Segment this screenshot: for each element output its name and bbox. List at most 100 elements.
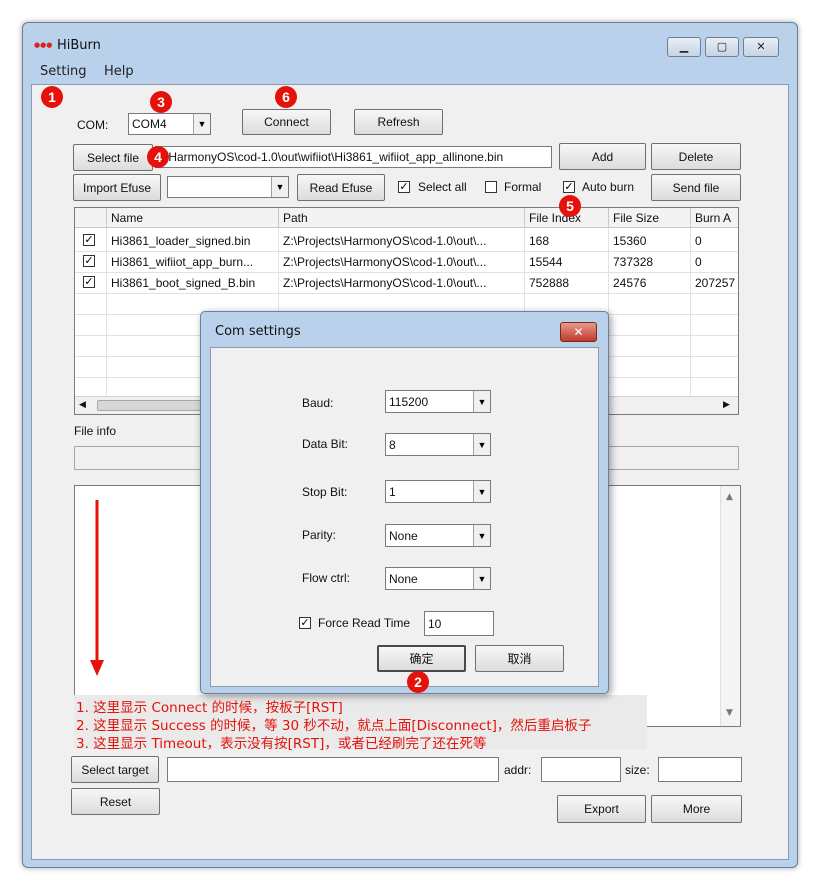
badge-4: 4 (147, 146, 169, 168)
select-all-checkbox[interactable]: ✓ (398, 181, 410, 193)
auto-burn-label: Auto burn (582, 180, 635, 194)
reset-button[interactable]: Reset (71, 788, 160, 815)
row-checkbox[interactable]: ✓ (83, 234, 95, 246)
window-title: HiBurn (57, 38, 101, 53)
formal-checkbox[interactable] (485, 181, 497, 193)
formal-label: Formal (504, 180, 542, 194)
badge-5: 5 (559, 195, 581, 217)
delete-button[interactable]: Delete (651, 143, 741, 170)
badge-1: 1 (41, 86, 63, 108)
scroll-right-icon[interactable]: ▶ (723, 400, 730, 410)
com-select[interactable]: COM4 ▼ (128, 113, 211, 135)
more-button[interactable]: More (651, 795, 742, 823)
select-all-label: Select all (418, 180, 467, 194)
parity-value: None (389, 528, 418, 543)
force-read-time-input[interactable]: 10 (424, 611, 494, 636)
file-path-input[interactable]: s\HarmonyOS\cod-1.0\out\wifiiot\Hi3861_w… (155, 146, 552, 168)
force-read-time-checkbox[interactable]: ✓ (299, 617, 311, 629)
force-read-time-label: Force Read Time (318, 616, 411, 630)
target-input[interactable] (167, 757, 499, 782)
annotation-note-1: 1. 这里显示 Connect 的时候，按板子[RST] (76, 700, 343, 716)
scroll-left-icon[interactable]: ◀ (79, 400, 86, 410)
column-header-name[interactable]: Name (107, 208, 279, 228)
flow-ctrl-value: None (389, 571, 418, 586)
maximize-button[interactable]: ▢ (705, 37, 739, 57)
row-file-index: 752888 (529, 276, 570, 290)
column-header-burn-addr[interactable]: Burn A (691, 208, 738, 228)
chevron-down-icon[interactable]: ▼ (271, 177, 288, 197)
flow-ctrl-select[interactable]: None ▼ (385, 567, 491, 590)
dialog-close-button[interactable]: ✕ (560, 322, 597, 342)
stop-bit-label: Stop Bit: (302, 485, 348, 499)
red-arrow-icon (90, 500, 104, 676)
menu-help[interactable]: Help (104, 64, 134, 79)
file-info-label: File info (74, 424, 117, 438)
row-checkbox[interactable]: ✓ (83, 255, 95, 267)
scroll-down-icon[interactable]: ▼ (726, 708, 733, 718)
parity-label: Parity: (302, 528, 337, 542)
send-file-button[interactable]: Send file (651, 174, 741, 201)
chevron-down-icon[interactable]: ▼ (473, 525, 490, 546)
stop-bit-value: 1 (389, 484, 396, 499)
row-file-size: 15360 (613, 234, 647, 248)
dialog-ok-button[interactable]: 确定 (377, 645, 466, 672)
dialog-cancel-button[interactable]: 取消 (475, 645, 564, 672)
row-burn-addr: 207257 (695, 276, 736, 290)
badge-6: 6 (275, 86, 297, 108)
connect-button[interactable]: Connect (242, 109, 331, 135)
auto-burn-checkbox[interactable]: ✓ (563, 181, 575, 193)
select-file-button[interactable]: Select file (73, 144, 153, 171)
parity-select[interactable]: None ▼ (385, 524, 491, 547)
baud-select[interactable]: 115200 ▼ (385, 390, 491, 413)
chevron-down-icon[interactable]: ▼ (473, 481, 490, 502)
row-burn-addr: 0 (695, 255, 702, 269)
import-efuse-button[interactable]: Import Efuse (73, 174, 161, 201)
row-file-index: 15544 (529, 255, 563, 269)
stop-bit-select[interactable]: 1 ▼ (385, 480, 491, 503)
row-checkbox[interactable]: ✓ (83, 276, 95, 288)
data-bit-select[interactable]: 8 ▼ (385, 433, 491, 456)
column-header-path[interactable]: Path (279, 208, 525, 228)
export-button[interactable]: Export (557, 795, 646, 823)
baud-label: Baud: (302, 396, 334, 410)
row-path: Z:\Projects\HarmonyOS\cod-1.0\out\... (283, 234, 487, 248)
chevron-down-icon[interactable]: ▼ (473, 434, 490, 455)
column-header-file-size[interactable]: File Size (609, 208, 691, 228)
row-name: Hi3861_loader_signed.bin (111, 234, 251, 248)
scroll-up-icon[interactable]: ▲ (726, 492, 733, 502)
annotation-note-3: 3. 这里显示 Timeout，表示没有按[RST]，或者已经刷完了还在死等 (76, 736, 487, 752)
add-button[interactable]: Add (559, 143, 646, 170)
row-file-index: 168 (529, 234, 550, 248)
size-input[interactable] (658, 757, 742, 782)
flow-ctrl-label: Flow ctrl: (302, 571, 350, 585)
chevron-down-icon[interactable]: ▼ (473, 391, 490, 412)
addr-input[interactable] (541, 757, 621, 782)
baud-value: 115200 (389, 394, 429, 409)
row-burn-addr: 0 (695, 234, 702, 248)
com-label: COM: (77, 118, 109, 132)
badge-2: 2 (407, 671, 429, 693)
refresh-button[interactable]: Refresh (354, 109, 443, 135)
vertical-scrollbar[interactable]: ▲ ▼ (720, 486, 740, 726)
scrollbar-thumb[interactable] (97, 400, 207, 411)
menu-setting[interactable]: Setting (40, 64, 87, 79)
read-efuse-button[interactable]: Read Efuse (297, 174, 385, 201)
chevron-down-icon[interactable]: ▼ (473, 568, 490, 589)
row-path: Z:\Projects\HarmonyOS\cod-1.0\out\... (283, 255, 487, 269)
size-label: size: (625, 763, 650, 777)
row-path: Z:\Projects\HarmonyOS\cod-1.0\out\... (283, 276, 487, 290)
addr-label: addr: (504, 763, 532, 777)
minimize-button[interactable]: ▁ (667, 37, 701, 57)
annotation-note-2: 2. 这里显示 Success 的时候，等 30 秒不动，就点上面[Discon… (76, 718, 592, 734)
chevron-down-icon[interactable]: ▼ (193, 114, 210, 134)
row-file-size: 24576 (613, 276, 647, 290)
row-name: Hi3861_boot_signed_B.bin (111, 276, 256, 290)
efuse-select[interactable]: ▼ (167, 176, 289, 198)
column-header-check[interactable] (75, 208, 107, 228)
dialog-title: Com settings (215, 324, 301, 339)
com-value: COM4 (132, 117, 167, 131)
select-target-button[interactable]: Select target (71, 756, 159, 783)
data-bit-label: Data Bit: (302, 437, 349, 451)
badge-3: 3 (150, 91, 172, 113)
close-button[interactable]: ✕ (743, 37, 779, 57)
